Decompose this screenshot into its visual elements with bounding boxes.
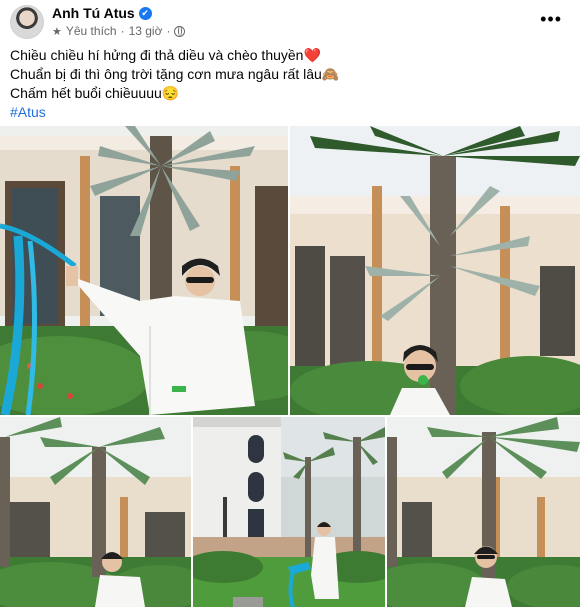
hashtag-link[interactable]: #Atus (10, 103, 570, 122)
photo-5[interactable] (387, 417, 580, 607)
photo-3[interactable] (0, 417, 191, 607)
photo-2[interactable] (290, 126, 580, 415)
meta-separator-2: · (166, 24, 171, 38)
author-name[interactable]: Anh Tú Atus (52, 5, 135, 21)
caption-line-2: Chuẩn bị đi thì ông trời tặng cơn mưa ng… (10, 66, 340, 82)
photo-4[interactable] (193, 417, 385, 607)
photo-1[interactable] (0, 126, 288, 415)
post-meta: ★ Yêu thích · 13 giờ · (52, 24, 186, 38)
more-options-icon[interactable]: ••• (540, 10, 562, 28)
avatar[interactable] (10, 5, 44, 39)
post-header: Anh Tú Atus ✔ ★ Yêu thích · 13 giờ · ••• (0, 0, 580, 40)
author-row: Anh Tú Atus ✔ (52, 5, 152, 21)
caption-line-3: Chấm hết buổi chiềuuuu😔 (10, 85, 180, 101)
caption-line-1: Chiều chiều hí hửng đi thả diều và chèo … (10, 47, 321, 63)
meta-label: Yêu thích (65, 24, 117, 38)
post-time[interactable]: 13 giờ (129, 24, 163, 38)
verified-badge-icon: ✔ (138, 6, 152, 20)
globe-icon (174, 25, 186, 37)
star-icon: ★ (52, 25, 62, 38)
post-caption: Chiều chiều hí hửng đi thả diều và chèo … (10, 46, 570, 122)
meta-separator: · (120, 24, 125, 38)
